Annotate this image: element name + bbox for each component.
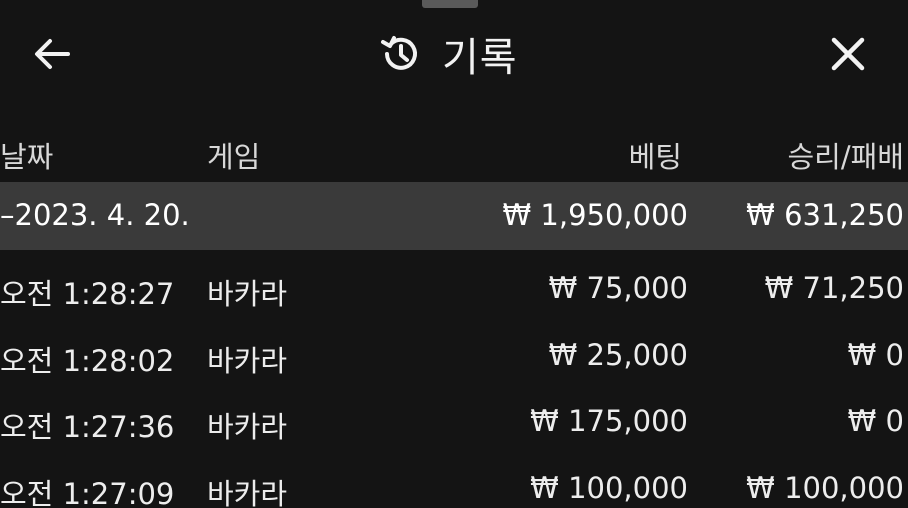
row-game: 바카라 (207, 343, 288, 378)
column-header-game: 게임 (207, 140, 261, 174)
row-win-loss: ₩ 100,000 (746, 470, 904, 505)
column-header-win-loss: 승리/패배 (787, 140, 905, 174)
table-row[interactable]: 오전 1:28:02 바카라 ₩ 25,000 ₩ 0 (0, 323, 908, 390)
row-game: 바카라 (207, 410, 288, 444)
back-button[interactable] (28, 32, 76, 76)
page-title: 기록 (442, 35, 518, 81)
row-time: 오전 1:28:02 (0, 343, 175, 378)
page-title-group: 기록 (378, 26, 518, 82)
date-group-row[interactable]: –2023. 4. 20. ₩ 1,950,000 ₩ 631,250 (0, 182, 908, 250)
group-total-bet: ₩ 1,950,000 (502, 198, 688, 232)
table-row[interactable]: 오전 1:27:09 바카라 ₩ 100,000 ₩ 100,000 (0, 456, 908, 508)
row-win-loss: ₩ 0 (847, 404, 904, 438)
table-header: 날짜 게임 베팅 승리/패배 (0, 126, 908, 176)
column-header-date: 날짜 (0, 140, 54, 174)
table-row[interactable]: 오전 1:28:27 바카라 ₩ 75,000 ₩ 71,250 (0, 256, 908, 323)
row-game: 바카라 (207, 277, 288, 311)
table-row[interactable]: 오전 1:27:36 바카라 ₩ 175,000 ₩ 0 (0, 389, 908, 456)
history-list: 오전 1:28:27 바카라 ₩ 75,000 ₩ 71,250 오전 1:28… (0, 256, 908, 508)
close-button[interactable] (824, 30, 872, 78)
header: 기록 (0, 18, 908, 88)
history-clock-icon (381, 36, 417, 70)
row-bet: ₩ 100,000 (530, 470, 688, 505)
row-time: 오전 1:28:27 (0, 277, 175, 311)
row-win-loss: ₩ 71,250 (764, 271, 904, 305)
group-date: –2023. 4. 20. (0, 198, 190, 232)
group-total-win-loss: ₩ 631,250 (746, 198, 904, 232)
row-game: 바카라 (207, 476, 288, 508)
arrow-left-icon (35, 39, 70, 69)
row-bet: ₩ 25,000 (548, 337, 688, 372)
row-win-loss: ₩ 0 (847, 337, 904, 372)
column-header-bet: 베팅 (628, 140, 682, 174)
row-bet: ₩ 75,000 (548, 271, 688, 305)
row-bet: ₩ 175,000 (530, 404, 688, 438)
row-time: 오전 1:27:36 (0, 410, 175, 444)
history-screen: 기록 날짜 게임 베팅 승리/패배 –2023. 4. 20. ₩ 1,950,… (0, 0, 908, 508)
close-x-icon (831, 37, 865, 71)
row-time: 오전 1:27:09 (0, 476, 175, 508)
drag-handle[interactable] (422, 0, 478, 8)
